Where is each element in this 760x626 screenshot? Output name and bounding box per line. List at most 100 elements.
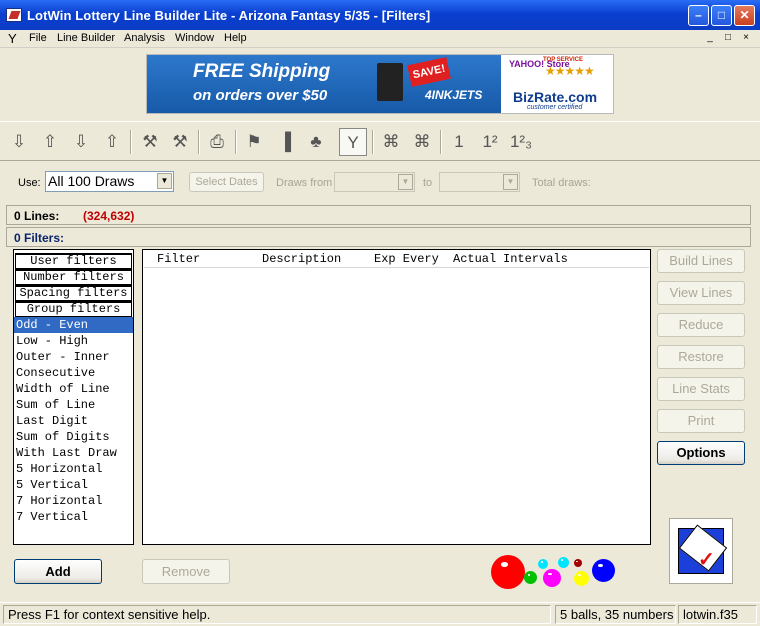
- top-service-label: TOP SERVICE: [543, 57, 584, 63]
- bizrate-subtitle: customer certified: [527, 104, 583, 111]
- filter-icon[interactable]: Y: [339, 128, 367, 156]
- bizrate-logo: BizRate.com: [513, 89, 598, 105]
- cyan-ball-icon: [538, 559, 548, 569]
- toolbar-separator: [235, 130, 237, 154]
- filters-label: 0 Filters:: [14, 231, 65, 245]
- list-item[interactable]: Odd - Even: [14, 317, 133, 333]
- column-header-actual[interactable]: Actual: [453, 252, 496, 266]
- balls-icon[interactable]: ♣: [302, 128, 330, 156]
- printer-cartridge-icon: [377, 63, 403, 101]
- mdi-restore-button[interactable]: □: [721, 32, 735, 45]
- app-icon: [6, 8, 22, 22]
- move-bottom-icon[interactable]: ⇩: [67, 128, 95, 156]
- move-top-icon[interactable]: ⇧: [98, 128, 126, 156]
- printer-icon[interactable]: ⎙: [203, 128, 231, 156]
- minimize-button[interactable]: –: [688, 5, 709, 26]
- list-item[interactable]: Low - High: [14, 333, 133, 349]
- draws-to-combo[interactable]: ▼: [439, 172, 520, 192]
- magenta-ball-icon: [543, 569, 561, 587]
- list-item[interactable]: 7 Horizontal: [14, 493, 133, 509]
- user-filters-header[interactable]: User filters: [15, 253, 132, 269]
- title-bar: LotWin Lottery Line Builder Lite - Arizo…: [0, 0, 760, 30]
- remove-button[interactable]: Remove: [142, 559, 230, 584]
- list-item[interactable]: 5 Vertical: [14, 477, 133, 493]
- list-item[interactable]: Sum of Line: [14, 397, 133, 413]
- list-item[interactable]: Outer - Inner: [14, 349, 133, 365]
- wizard-icon[interactable]: ⚒: [166, 128, 194, 156]
- funnel-icon[interactable]: Y: [8, 31, 17, 46]
- mdi-close-button[interactable]: ×: [739, 32, 753, 45]
- restore-button[interactable]: Restore: [657, 345, 745, 369]
- chevron-down-icon[interactable]: ▼: [503, 174, 518, 190]
- spacing-filters-header[interactable]: Spacing filters: [15, 285, 132, 301]
- column-header-description[interactable]: Description: [262, 252, 341, 266]
- chevron-down-icon[interactable]: ▼: [157, 173, 172, 189]
- filters-bar: 0 Filters:: [6, 227, 751, 247]
- ad-area: FREE Shipping on orders over $50 SAVE! 4…: [0, 49, 760, 120]
- group-filters-header[interactable]: Group filters: [15, 301, 132, 317]
- window-title: LotWin Lottery Line Builder Lite - Arizo…: [27, 8, 431, 23]
- status-help-text: Press F1 for context sensitive help.: [3, 605, 551, 624]
- build-lines-button[interactable]: Build Lines: [657, 249, 745, 273]
- grid-three-icon[interactable]: 1²₃: [507, 128, 535, 156]
- menu-window[interactable]: Window: [175, 32, 214, 44]
- menu-help[interactable]: Help: [224, 32, 247, 44]
- column-header-intervals[interactable]: Intervals: [503, 252, 568, 266]
- mdi-minimize-button[interactable]: _: [703, 32, 717, 45]
- tools-icon[interactable]: ⚒: [136, 128, 164, 156]
- total-draws-label: Total draws:: [532, 177, 591, 189]
- list-item[interactable]: Width of Line: [14, 381, 133, 397]
- darkred-ball-icon: [574, 559, 582, 567]
- list-item[interactable]: 7 Vertical: [14, 509, 133, 525]
- lines-value: (324,632): [83, 209, 135, 223]
- draws-from-combo[interactable]: ▼: [334, 172, 415, 192]
- use-label: Use:: [18, 177, 41, 189]
- toolbar-separator: [130, 130, 132, 154]
- chevron-down-icon[interactable]: ▼: [398, 174, 413, 190]
- draws-combo[interactable]: All 100 Draws ▼: [45, 171, 174, 192]
- menu-file[interactable]: File: [29, 32, 47, 44]
- add-button[interactable]: Add: [14, 559, 102, 584]
- lottery-balls-graphic: [488, 553, 618, 591]
- ticket-icon[interactable]: ⌘: [408, 128, 436, 156]
- menu-line-builder[interactable]: Line Builder: [57, 32, 115, 44]
- move-up-icon[interactable]: ⇧: [36, 128, 64, 156]
- status-file-name: lotwin.f35: [678, 605, 757, 624]
- grid-two-icon[interactable]: 1²: [476, 128, 504, 156]
- banner-shipping-panel: FREE Shipping on orders over $50 SAVE! 4…: [147, 55, 501, 113]
- ad-banner[interactable]: FREE Shipping on orders over $50 SAVE! 4…: [146, 54, 614, 114]
- reduce-button[interactable]: Reduce: [657, 313, 745, 337]
- draws-from-label: Draws from: [276, 177, 333, 189]
- toolbar-separator: [372, 130, 374, 154]
- number-filters-header[interactable]: Number filters: [15, 269, 132, 285]
- print-button[interactable]: Print: [657, 409, 745, 433]
- list-item[interactable]: With Last Draw: [14, 445, 133, 461]
- banner-line1: FREE Shipping: [193, 61, 331, 82]
- list-item[interactable]: 5 Horizontal: [14, 461, 133, 477]
- checkmark-icon: ✓: [698, 549, 715, 571]
- wheel-icon[interactable]: ⌘: [377, 128, 405, 156]
- view-lines-button[interactable]: View Lines: [657, 281, 745, 305]
- close-button[interactable]: ✕: [734, 5, 755, 26]
- list-item[interactable]: Sum of Digits: [14, 429, 133, 445]
- column-header-exp-every[interactable]: Exp Every: [374, 252, 439, 266]
- list-item[interactable]: Last Digit: [14, 413, 133, 429]
- maximize-button[interactable]: □: [711, 5, 732, 26]
- filter-list[interactable]: Filter Description Exp Every Actual Inte…: [142, 249, 651, 545]
- lotwin-logo: ✓: [669, 518, 733, 584]
- select-dates-button[interactable]: Select Dates: [189, 172, 264, 192]
- yellow-ball-icon: [574, 571, 589, 586]
- move-down-icon[interactable]: ⇩: [5, 128, 33, 156]
- to-label: to: [423, 177, 433, 189]
- book-icon[interactable]: ⚑: [240, 128, 268, 156]
- grid-one-icon[interactable]: 1: [445, 128, 473, 156]
- line-stats-button[interactable]: Line Stats: [657, 377, 745, 401]
- banner-line2: on orders over $50: [193, 87, 328, 104]
- column-header-filter[interactable]: Filter: [157, 252, 200, 266]
- bar-chart-icon[interactable]: ▐: [271, 128, 299, 156]
- draws-combo-value: All 100 Draws: [48, 173, 135, 189]
- menu-analysis[interactable]: Analysis: [124, 32, 165, 44]
- options-button[interactable]: Options: [657, 441, 745, 465]
- list-item[interactable]: Consecutive: [14, 365, 133, 381]
- red-ball-icon: [491, 555, 525, 589]
